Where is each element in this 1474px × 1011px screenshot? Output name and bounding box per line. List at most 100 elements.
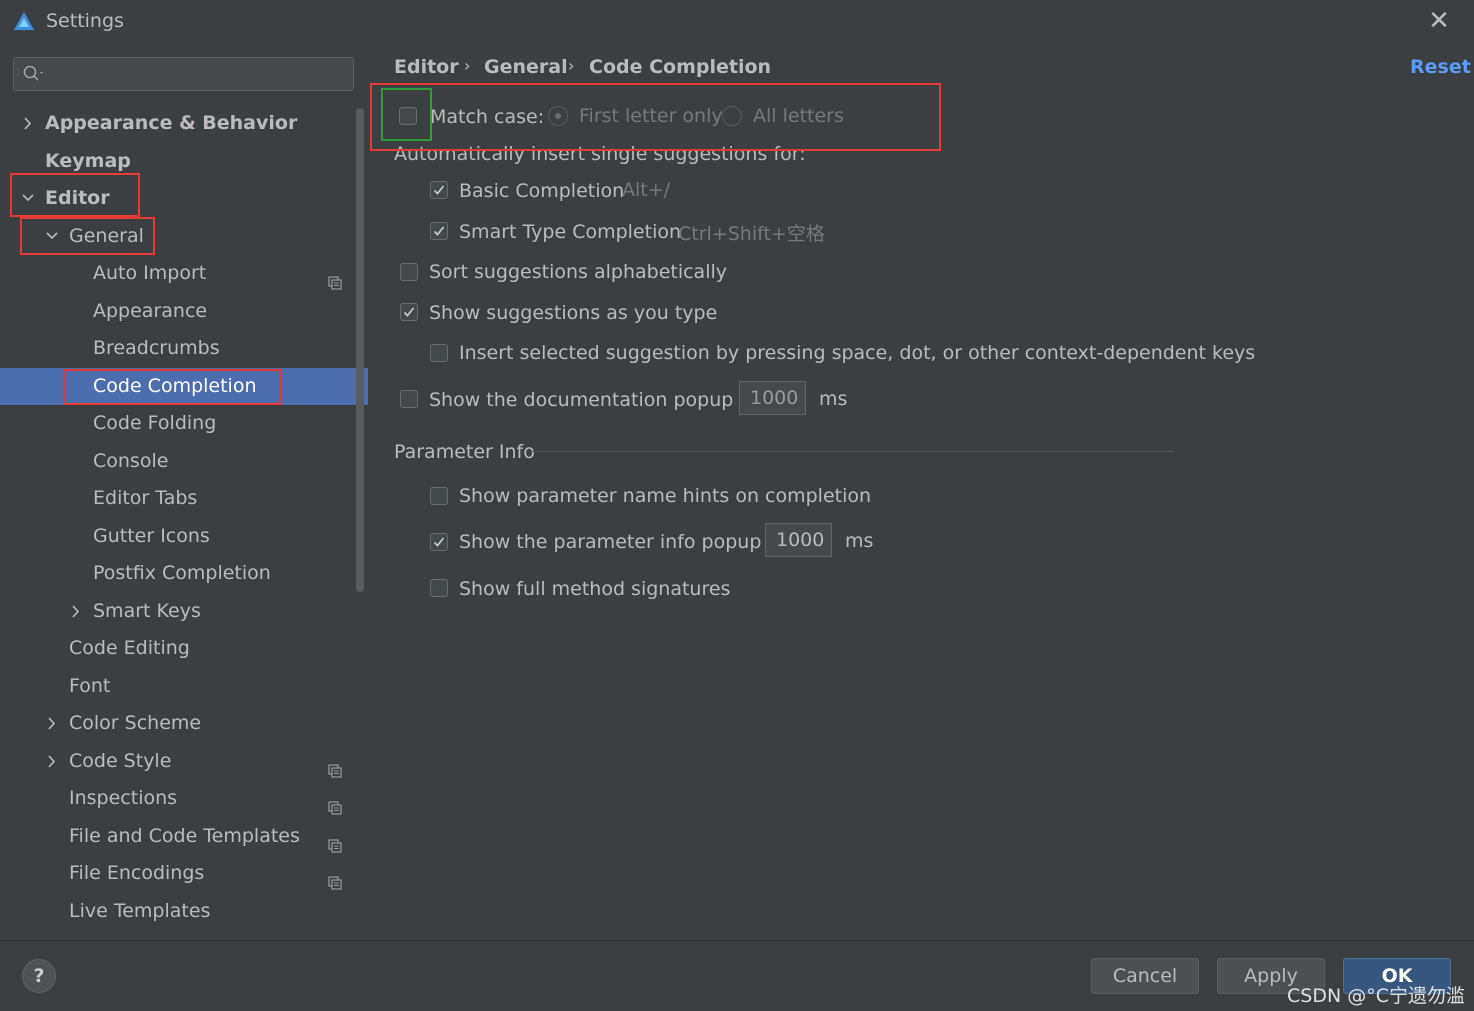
watermark: CSDN @°C宁遗勿滥: [1287, 985, 1465, 1007]
tree-item-code-editing[interactable]: Code Editing: [0, 630, 355, 667]
tree-item-label: Code Completion: [93, 375, 257, 397]
reset-link[interactable]: Reset: [1410, 56, 1471, 78]
tree-item-label: Breadcrumbs: [93, 337, 220, 359]
tree-item-label: Auto Import: [93, 262, 207, 284]
settings-content: Editor › General › Code Completion Reset…: [368, 44, 1474, 940]
tree-item-label: Code Folding: [93, 412, 217, 434]
tree-item-breadcrumbs[interactable]: Breadcrumbs: [0, 330, 355, 367]
tree-item-code-style[interactable]: Code Style: [0, 743, 355, 780]
tree-item-label: File and Code Templates: [69, 825, 300, 847]
tree-item-editor-tabs[interactable]: Editor Tabs: [0, 480, 355, 517]
project-scope-icon: [328, 829, 342, 853]
project-scope-icon: [328, 866, 342, 890]
parameter-info-popup-unit: ms: [845, 530, 874, 552]
parameter-name-hints-checkbox[interactable]: [430, 487, 448, 505]
project-scope-icon: [328, 791, 342, 815]
first-letter-only-label: First letter only: [579, 105, 723, 127]
chevron-down-icon[interactable]: [21, 180, 35, 217]
sort-alphabetically-checkbox[interactable]: [400, 263, 418, 281]
insert-selected-suggestion-checkbox[interactable]: [430, 344, 448, 362]
tree-item-label: Code Style: [69, 750, 172, 772]
breadcrumb-editor[interactable]: Editor: [394, 56, 459, 78]
smart-type-completion-checkbox[interactable]: [430, 222, 448, 240]
tree-item-label: Live Templates: [69, 900, 211, 922]
tree-scrollbar[interactable]: [356, 108, 364, 592]
cancel-button[interactable]: Cancel: [1091, 958, 1199, 994]
documentation-popup-unit: ms: [819, 388, 848, 410]
basic-completion-shortcut: Alt+/: [622, 179, 671, 201]
tree-item-label: Font: [69, 675, 111, 697]
full-method-signatures-label: Show full method signatures: [459, 578, 731, 600]
full-method-signatures-checkbox[interactable]: [430, 579, 448, 597]
tree-item-file-and-code-templates[interactable]: File and Code Templates: [0, 818, 355, 855]
all-letters-radio[interactable]: [722, 106, 742, 126]
tree-item-editor[interactable]: Editor: [0, 180, 355, 217]
tree-item-code-completion[interactable]: Code Completion: [0, 368, 368, 405]
tree-item-label: Color Scheme: [69, 712, 202, 734]
close-icon[interactable]: ✕: [1424, 6, 1454, 36]
settings-sidebar: Appearance & Behavior Keymap Editor General…: [0, 44, 368, 940]
checkmark-icon: [433, 537, 445, 547]
tree-item-smart-keys[interactable]: Smart Keys: [0, 593, 355, 630]
window-title: Settings: [46, 10, 124, 32]
documentation-popup-checkbox[interactable]: [400, 390, 418, 408]
sort-alphabetically-label: Sort suggestions alphabetically: [429, 261, 728, 283]
tree-item-label: Appearance & Behavior: [45, 112, 298, 134]
tree-item-general[interactable]: General: [0, 218, 355, 255]
tree-item-file-encodings[interactable]: File Encodings: [0, 855, 355, 892]
tree-item-label: Editor: [45, 187, 110, 209]
match-case-checkbox[interactable]: [399, 107, 417, 125]
section-divider: [530, 451, 1174, 452]
tree-item-label: Keymap: [45, 150, 131, 172]
search-icon: [22, 64, 46, 84]
breadcrumb-code-completion: Code Completion: [589, 56, 772, 78]
auto-insert-heading: Automatically insert single suggestions …: [394, 143, 806, 165]
tree-item-live-templates[interactable]: Live Templates: [0, 893, 355, 930]
show-as-you-type-checkbox[interactable]: [400, 303, 418, 321]
breadcrumb-general[interactable]: General: [484, 56, 568, 78]
match-case-label: Match case:: [430, 106, 545, 128]
tree-item-auto-import[interactable]: Auto Import: [0, 255, 355, 292]
chevron-right-icon[interactable]: [45, 743, 59, 780]
tree-item-label: Gutter Icons: [93, 525, 210, 547]
tree-item-font[interactable]: Font: [0, 668, 355, 705]
parameter-info-heading: Parameter Info: [394, 441, 535, 463]
chevron-right-icon[interactable]: [21, 105, 35, 142]
smart-type-completion-label: Smart Type Completion: [459, 221, 682, 243]
checkmark-icon: [433, 185, 445, 195]
insert-selected-suggestion-label: Insert selected suggestion by pressing s…: [459, 342, 1256, 364]
documentation-popup-label: Show the documentation popup in: [429, 389, 757, 411]
breadcrumb-separator: ›: [464, 56, 471, 75]
tree-item-label: Inspections: [69, 787, 178, 809]
tree-item-console[interactable]: Console: [0, 443, 355, 480]
tree-item-appearance[interactable]: Appearance: [0, 293, 355, 330]
tree-item-gutter-icons[interactable]: Gutter Icons: [0, 518, 355, 555]
tree-item-postfix-completion[interactable]: Postfix Completion: [0, 555, 355, 592]
chevron-right-icon[interactable]: [69, 593, 83, 630]
title-bar: Settings ✕: [0, 0, 1474, 44]
help-icon[interactable]: ?: [22, 959, 56, 993]
chevron-right-icon[interactable]: [45, 705, 59, 742]
parameter-info-popup-delay-input[interactable]: 1000: [765, 523, 832, 557]
tree-item-code-folding[interactable]: Code Folding: [0, 405, 355, 442]
project-scope-icon: [328, 754, 342, 778]
basic-completion-label: Basic Completion: [459, 180, 625, 202]
basic-completion-checkbox[interactable]: [430, 181, 448, 199]
search-input[interactable]: [13, 57, 354, 91]
tree-item-label: Postfix Completion: [93, 562, 271, 584]
tree-item-inspections[interactable]: Inspections: [0, 780, 355, 817]
tree-item-label: File Encodings: [69, 862, 205, 884]
checkmark-icon: [403, 307, 415, 317]
documentation-popup-delay-input[interactable]: 1000: [739, 381, 806, 415]
parameter-info-popup-checkbox[interactable]: [430, 533, 448, 551]
parameter-name-hints-label: Show parameter name hints on completion: [459, 485, 872, 507]
chevron-down-icon[interactable]: [45, 218, 59, 255]
tree-item-label: Editor Tabs: [93, 487, 198, 509]
tree-item-appearance-behavior[interactable]: Appearance & Behavior: [0, 105, 355, 142]
tree-item-keymap[interactable]: Keymap: [0, 143, 355, 180]
tree-item-label: Console: [93, 450, 169, 472]
all-letters-label: All letters: [753, 105, 844, 127]
first-letter-only-radio[interactable]: [548, 106, 568, 126]
tree-item-color-scheme[interactable]: Color Scheme: [0, 705, 355, 742]
project-scope-icon: [328, 266, 342, 290]
